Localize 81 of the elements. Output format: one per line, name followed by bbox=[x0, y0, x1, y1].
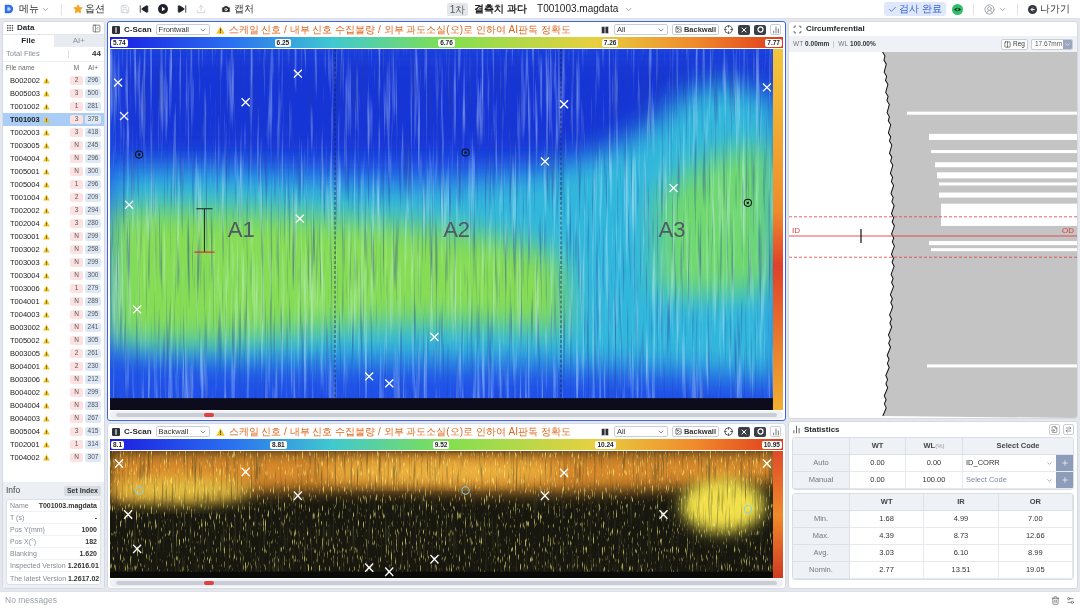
file-select[interactable]: T001003.magdata bbox=[537, 4, 634, 14]
check-icon bbox=[888, 4, 898, 14]
sliders-icon[interactable] bbox=[1066, 595, 1075, 605]
layout-toggle-button[interactable] bbox=[599, 426, 610, 437]
ring-icon bbox=[756, 428, 764, 435]
plus-icon bbox=[1060, 459, 1069, 467]
skip-forward-icon bbox=[177, 4, 187, 14]
image-icon bbox=[674, 428, 682, 435]
ring-icon bbox=[756, 26, 764, 33]
export-button[interactable] bbox=[1049, 424, 1060, 435]
skip-forward-button[interactable] bbox=[175, 2, 189, 16]
inner-diameter-label: ID bbox=[792, 227, 800, 235]
horizontal-scrollbar[interactable] bbox=[110, 411, 783, 419]
columns-icon bbox=[1004, 40, 1012, 48]
close-icon bbox=[740, 427, 748, 436]
play-button[interactable] bbox=[156, 2, 170, 16]
star-icon bbox=[73, 4, 83, 14]
status-message: No messages bbox=[5, 593, 57, 607]
logo-icon bbox=[4, 4, 14, 14]
warning-message: 스케일 신호 / 내부 신호 수집불량 / 외부 과도소실(오)로 인하여 AI판독 정확도 bbox=[228, 24, 571, 35]
complete-button[interactable]: 검사 완료 bbox=[884, 2, 946, 16]
crosshair-icon bbox=[724, 25, 733, 34]
ring-button[interactable] bbox=[754, 24, 766, 35]
camera-icon bbox=[221, 4, 231, 14]
caret-icon bbox=[1046, 476, 1053, 484]
chart-button[interactable] bbox=[770, 24, 781, 35]
skip-back-button[interactable] bbox=[137, 2, 151, 16]
exit-button[interactable]: 나가기 bbox=[1028, 4, 1070, 14]
caret-icon bbox=[1064, 40, 1071, 48]
account-button[interactable] bbox=[984, 3, 1007, 15]
outer-diameter-label: OD bbox=[1062, 227, 1074, 235]
image-icon bbox=[674, 26, 682, 33]
bar-chart-icon bbox=[771, 427, 780, 436]
skip-back-icon bbox=[139, 4, 149, 14]
chart-button[interactable] bbox=[770, 426, 781, 437]
eye-badge-icon[interactable] bbox=[952, 3, 963, 15]
panel-title: Data bbox=[17, 24, 35, 32]
play-icon bbox=[158, 4, 168, 14]
avatar-icon bbox=[984, 3, 995, 15]
layout-toggle-button[interactable] bbox=[599, 24, 610, 35]
columns-icon bbox=[599, 24, 610, 35]
exit-icon bbox=[1028, 4, 1037, 14]
status-title: 결측치 과다 bbox=[474, 4, 528, 14]
collapse-button[interactable] bbox=[92, 23, 101, 33]
columns-icon bbox=[599, 426, 610, 437]
total-files-count: 44 bbox=[91, 48, 101, 60]
close-icon bbox=[740, 25, 748, 34]
caret-icon bbox=[1046, 459, 1053, 467]
dots-icon bbox=[6, 24, 14, 32]
horizontal-scrollbar[interactable] bbox=[110, 579, 783, 587]
split-view-icon bbox=[112, 25, 120, 34]
round-badge: 1차 bbox=[446, 2, 469, 16]
trash-icon[interactable] bbox=[1051, 595, 1060, 605]
ring-button[interactable] bbox=[754, 426, 766, 437]
close-button[interactable] bbox=[738, 426, 750, 437]
scan-frame-icon bbox=[793, 24, 802, 34]
crosshair-icon bbox=[724, 427, 733, 436]
warning-message: 스케일 신호 / 내부 신호 수집불량 / 외부 과도소실(오)로 인하여 AI판독 정확도 bbox=[228, 426, 571, 437]
close-button[interactable] bbox=[738, 24, 750, 35]
bar-chart-icon bbox=[792, 425, 801, 434]
options-button[interactable]: 옵션 bbox=[73, 4, 105, 14]
upload-icon bbox=[196, 4, 206, 14]
panel-collapse-icon bbox=[92, 23, 101, 33]
panel-title: Statistics bbox=[804, 425, 840, 434]
panel-title: C-Scan bbox=[124, 25, 152, 34]
file-icon bbox=[1051, 426, 1058, 433]
bar-chart-icon bbox=[771, 25, 780, 34]
capture-button[interactable]: 캡처 bbox=[221, 4, 254, 14]
panel-title: C-Scan bbox=[124, 427, 152, 436]
swap-icon bbox=[1065, 426, 1072, 433]
warning-icon bbox=[215, 25, 225, 34]
split-view-icon bbox=[112, 427, 120, 436]
panel-title: Circumferential bbox=[806, 25, 865, 33]
plus-icon bbox=[1060, 476, 1069, 484]
section-title: Info bbox=[6, 484, 21, 497]
crosshair-button[interactable] bbox=[723, 426, 734, 437]
save-icon bbox=[120, 4, 130, 14]
crosshair-button[interactable] bbox=[723, 24, 734, 35]
menu-button[interactable]: 메뉴 bbox=[19, 4, 50, 14]
swap-button[interactable] bbox=[1063, 424, 1074, 435]
warning-icon bbox=[215, 427, 225, 436]
